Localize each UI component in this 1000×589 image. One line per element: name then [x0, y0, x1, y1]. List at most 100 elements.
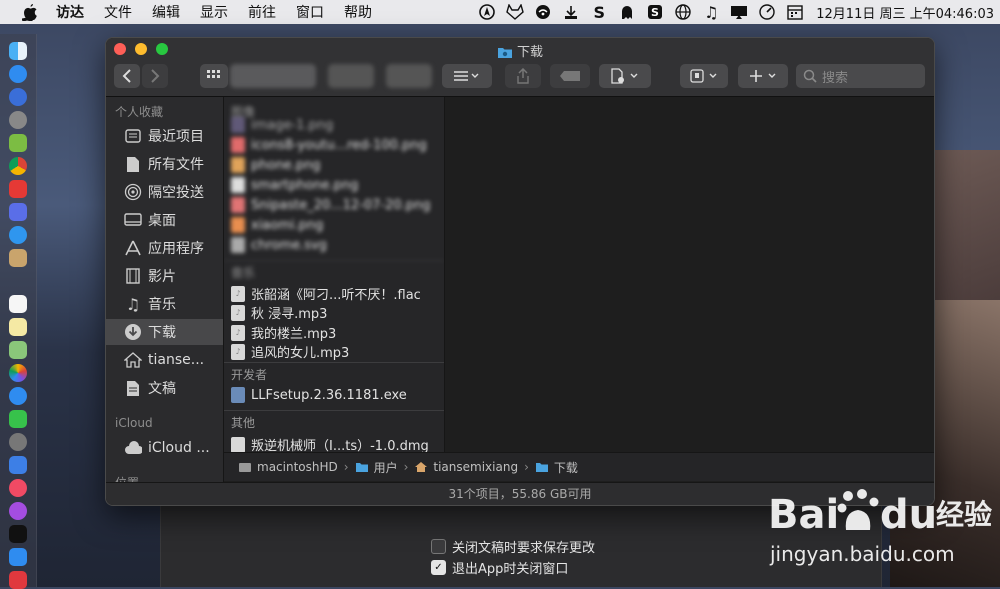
list-item[interactable]: xiaomi.png [231, 217, 323, 233]
notes-dock-icon[interactable] [9, 249, 27, 267]
sidebar-item-applications[interactable]: 应用程序 [106, 235, 223, 261]
facetime-dock-icon[interactable] [9, 410, 27, 428]
photos-dock-icon[interactable] [9, 364, 27, 382]
menu-finder[interactable]: 访达 [56, 2, 84, 22]
document-icon [124, 155, 142, 173]
share-button-blurred[interactable] [386, 64, 432, 88]
menu-help[interactable]: 帮助 [344, 2, 372, 22]
group-button-blurred[interactable] [328, 64, 374, 88]
menu-view[interactable]: 显示 [200, 2, 228, 22]
menu-window[interactable]: 窗口 [296, 2, 324, 22]
view-icons-button[interactable] [200, 64, 228, 88]
launchpad-dock-icon[interactable] [9, 111, 27, 129]
apple-icon[interactable] [22, 3, 38, 21]
dock [0, 34, 37, 589]
list-item[interactable]: icons8-youtu...red-100.png [231, 137, 427, 153]
svg-text:S: S [651, 6, 659, 19]
sidebar-item-downloads[interactable]: 下载 [106, 319, 223, 345]
calendar-dock-icon[interactable] [9, 295, 27, 313]
list-item[interactable]: ♪ 秋 浸寻.mp3 [231, 303, 327, 322]
share-button[interactable] [505, 64, 541, 88]
calendar-icon[interactable] [786, 3, 804, 21]
path-item-disk[interactable]: macintoshHD [238, 460, 338, 474]
path-item-users[interactable]: 用户 [355, 459, 398, 476]
sidebar-item-music[interactable]: ♫ 音乐 [106, 291, 223, 317]
forward-button[interactable] [142, 64, 168, 88]
pref-close-windows-row[interactable]: ✓ 退出App时关闭窗口 [431, 558, 568, 577]
sogou-s-icon[interactable]: S [590, 3, 608, 22]
maps-dock-icon[interactable] [9, 341, 27, 359]
ghost-icon[interactable] [618, 3, 636, 21]
menu-file[interactable]: 文件 [104, 2, 132, 22]
action-menu[interactable] [599, 64, 651, 88]
menu-edit[interactable]: 编辑 [152, 2, 180, 22]
sidebar-item-recents[interactable]: 最近项目 [106, 123, 223, 149]
gitlab-fox-icon[interactable] [506, 3, 525, 21]
new-item-menu[interactable] [738, 64, 788, 88]
messages-dock-icon[interactable] [9, 387, 27, 405]
list-item[interactable]: image-1.png [231, 117, 333, 133]
sidebar-item-desktop[interactable]: 桌面 [106, 207, 223, 233]
keynote-dock-icon[interactable] [9, 456, 27, 474]
menubar-clock[interactable]: 12月11日 周三 上午04:46:03 [816, 3, 994, 22]
pref-close-windows-label: 退出App时关闭窗口 [452, 562, 569, 577]
pref-close-windows-checkbox[interactable]: ✓ [431, 560, 446, 575]
list-item[interactable]: phone.png [231, 157, 321, 173]
back-button[interactable] [114, 64, 140, 88]
sidebar-item-all-files[interactable]: 所有文件 [106, 151, 223, 177]
list-item[interactable]: ♪ 我的楼兰.mp3 [231, 323, 336, 342]
file-browser-area[interactable] [445, 97, 934, 452]
list-item[interactable]: 叛逆机械师（I...ts）-1.0.dmg [231, 435, 429, 452]
menu-go[interactable]: 前往 [248, 2, 276, 22]
chrome-dock-icon[interactable] [9, 157, 27, 175]
app-store-dock-icon-2[interactable] [9, 548, 27, 566]
finder-window: 下载 搜索 个人收藏 最近项目 所有文件 隔空投送 桌面 应用程序 影片 ♫ 音… [105, 37, 935, 506]
blue-app-dock-icon[interactable] [9, 203, 27, 221]
music-note-icon[interactable]: ♫ [702, 3, 720, 22]
android-dock-icon[interactable] [9, 134, 27, 152]
finder-dock-icon[interactable] [9, 42, 27, 60]
pref-ask-save-row[interactable]: 关闭文稿时要求保存更改 [431, 537, 595, 556]
vivaldi-dock-icon[interactable] [9, 571, 27, 589]
path-item-downloads[interactable]: 下载 [535, 459, 578, 476]
podcasts-dock-icon[interactable] [9, 502, 27, 520]
sidebar-item-home[interactable]: tianse... [106, 347, 223, 373]
image-file-icon [231, 137, 245, 153]
group-by-menu[interactable] [442, 64, 492, 88]
screen-share-icon[interactable] [730, 3, 748, 21]
safari-dock-icon[interactable] [9, 88, 27, 106]
folder-icon [497, 48, 512, 58]
navigation-circle-icon[interactable] [478, 3, 496, 21]
tencent-dock-icon[interactable] [9, 180, 27, 198]
sidebar-item-airdrop[interactable]: 隔空投送 [106, 179, 223, 205]
app-store-dock-icon[interactable] [9, 65, 27, 83]
list-item[interactable]: LLFsetup.2.36.1181.exe [231, 387, 407, 403]
sidebar-item-label: 所有文件 [148, 157, 204, 173]
list-item[interactable]: chrome.svg [231, 237, 327, 253]
wifi-circle-icon[interactable] [534, 3, 552, 21]
speedometer-icon[interactable] [758, 3, 776, 21]
apple-tv-dock-icon[interactable] [9, 525, 27, 543]
list-item[interactable]: ♪ 追风的女儿.mp3 [231, 342, 349, 361]
search-field[interactable]: 搜索 [796, 64, 925, 88]
download-tray-icon[interactable] [562, 3, 580, 21]
safari-compass-dock-icon[interactable] [9, 226, 27, 244]
sidebar-item-documents[interactable]: 文稿 [106, 375, 223, 401]
system-prefs-dock-icon[interactable] [9, 433, 27, 451]
music-dock-icon[interactable] [9, 479, 27, 497]
globe-icon[interactable] [674, 3, 692, 21]
list-item[interactable]: ♪ 张韶涵《阿刁...听不厌！.flac [231, 284, 421, 303]
sogou-box-icon[interactable]: S [646, 3, 664, 21]
view-mode-buttons-blurred[interactable] [230, 64, 316, 88]
list-item[interactable]: Snipaste_20...12-07-20.png [231, 197, 431, 213]
sidebar-item-icloud-drive[interactable]: iCloud ... [106, 435, 223, 461]
list-item[interactable]: smartphone.png [231, 177, 358, 193]
pref-ask-save-checkbox[interactable] [431, 539, 446, 554]
folder-menu[interactable] [680, 64, 728, 88]
download-icon [124, 323, 142, 341]
stickies-dock-icon[interactable] [9, 318, 27, 336]
path-item-home[interactable]: tiansemixiang [414, 460, 518, 474]
new-document-icon [611, 68, 638, 84]
tag-button[interactable] [550, 64, 590, 88]
sidebar-item-movies[interactable]: 影片 [106, 263, 223, 289]
